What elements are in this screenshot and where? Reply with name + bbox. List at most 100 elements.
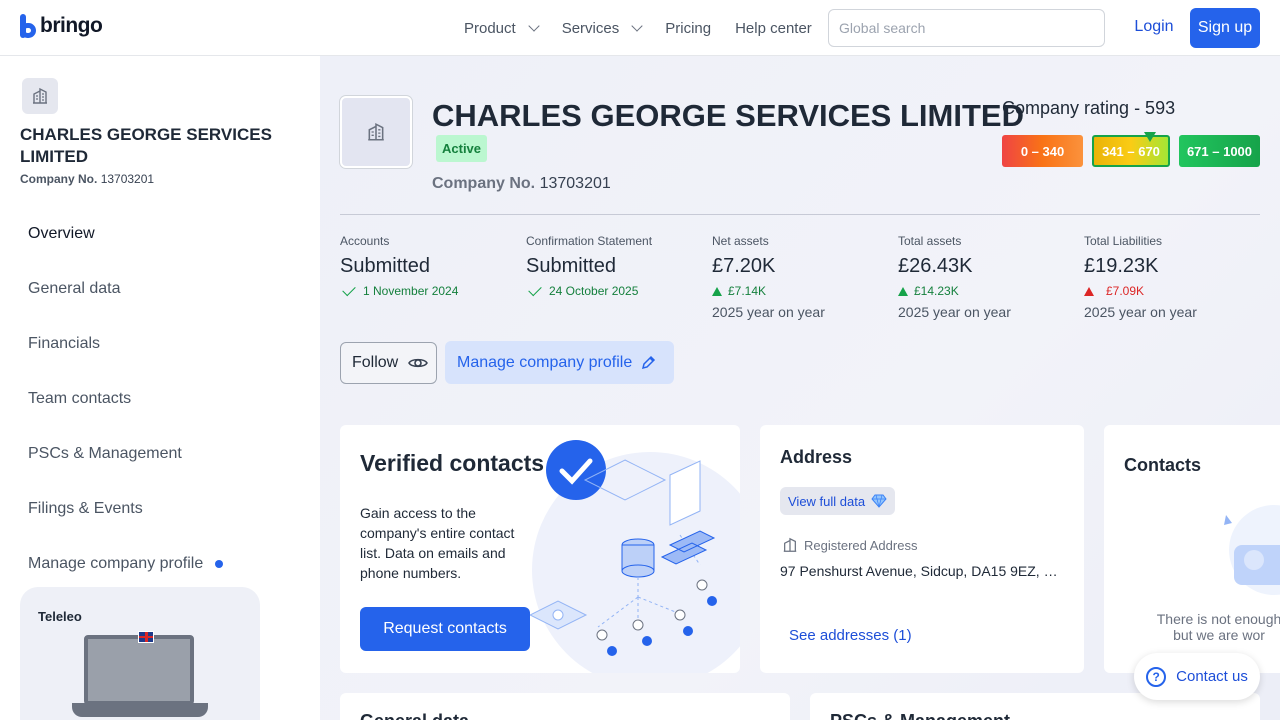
manage-label: Manage company profile xyxy=(457,353,633,371)
eye-icon xyxy=(408,358,429,368)
company-title: CHARLES GEORGE SERVICES LIMITED xyxy=(432,98,1024,133)
address-card: Address View full data Registered Addres… xyxy=(760,425,1084,673)
sidebar-item-label: PSCs & Management xyxy=(28,444,182,462)
arrow-up-icon xyxy=(898,286,908,296)
view-full-data-button[interactable]: View full data xyxy=(780,487,896,515)
sidebar-item-team-contacts[interactable]: Team contacts xyxy=(28,371,223,426)
stat-yoy: 2025 year on year xyxy=(898,304,1011,320)
sidebar-item-label: Manage company profile xyxy=(28,554,204,572)
contacts-empty-line: but we are wor xyxy=(1173,627,1265,643)
promo-brand: Teleleo xyxy=(38,609,82,624)
sidebar-menu: Overview General data Financials Team co… xyxy=(28,206,224,591)
sidebar-company-number: Company No. 13703201 xyxy=(20,172,154,186)
company-no-label: Company No. xyxy=(20,172,98,186)
sidebar-item-overview[interactable]: Overview xyxy=(28,206,223,261)
registered-address-label: Registered Address xyxy=(782,537,917,553)
see-addresses-link[interactable]: See addresses (1) xyxy=(789,627,912,644)
sidebar-item-label: Financials xyxy=(28,334,101,352)
sidebar-item-label: Team contacts xyxy=(28,389,132,407)
company-no-value: 13703201 xyxy=(539,175,611,192)
verified-contacts-text: Gain access to the company's entire cont… xyxy=(360,505,515,581)
sidebar-item-filings-events[interactable]: Filings & Events xyxy=(28,481,223,536)
nav-product-label: Product xyxy=(464,19,516,37)
login-link[interactable]: Login xyxy=(1128,18,1180,36)
company-no-label: Company No. xyxy=(432,175,536,192)
sidebar-item-label: General data xyxy=(28,279,121,297)
follow-label: Follow xyxy=(352,354,399,371)
notification-dot xyxy=(215,559,224,568)
stat-sub: 24 October 2025 xyxy=(526,282,706,298)
nav-help-center[interactable]: Help center xyxy=(735,20,812,37)
stat-yoy: 2025 year on year xyxy=(712,304,825,320)
nav-help-center-label: Help center xyxy=(735,19,812,37)
top-header: bringo Product Services Pricing Help cen… xyxy=(0,0,1280,56)
company-logo-placeholder xyxy=(340,96,412,168)
manage-company-profile-button[interactable]: Manage company profile xyxy=(445,341,674,384)
building-icon xyxy=(368,122,384,141)
chevron-down-icon xyxy=(631,20,643,32)
stat-label: Confirmation Statement xyxy=(526,234,653,248)
verified-contacts-title: Verified contacts xyxy=(360,450,545,476)
stat-value: £26.43K xyxy=(898,255,973,277)
stat-sub: 1 November 2024 xyxy=(340,282,520,298)
pencil-icon xyxy=(642,355,656,369)
stat-sub-text: £7.09K xyxy=(1106,284,1145,298)
stat-value: £19.23K xyxy=(1084,255,1159,277)
stat-sub-text: £14.23K xyxy=(914,284,959,298)
sidebar-item-general-data[interactable]: General data xyxy=(28,261,223,316)
check-icon xyxy=(342,282,356,297)
stat-accounts: Accounts Submitted 1 November 2024 xyxy=(340,234,520,298)
stat-sub: £7.14K xyxy=(712,284,892,298)
general-data-card: General data xyxy=(340,693,790,720)
stat-yoy: 2025 year on year xyxy=(1084,304,1197,320)
nav-product[interactable]: Product xyxy=(464,19,540,37)
main-content: CHARLES GEORGE SERVICES LIMITED Active C… xyxy=(320,56,1280,720)
general-data-title: General data xyxy=(360,711,469,720)
pscs-management-title: PSCs & Management xyxy=(830,711,1010,720)
contacts-card: Contacts There is not enough but we are w… xyxy=(1104,425,1280,673)
registered-address-value: 97 Penshurst Avenue, Sidcup, DA15 9EZ, E… xyxy=(780,563,1064,579)
sidebar-item-label: Filings & Events xyxy=(28,499,143,517)
company-number: Company No. 13703201 xyxy=(432,175,611,193)
follow-button[interactable]: Follow xyxy=(340,342,437,384)
sidebar-item-financials[interactable]: Financials xyxy=(28,316,223,371)
stat-sub: £14.23K xyxy=(898,284,1078,298)
stat-net-assets: Net assets £7.20K £7.14K 2025 year on ye… xyxy=(712,234,892,320)
chevron-down-icon xyxy=(528,20,540,32)
sidebar-item-manage-profile[interactable]: Manage company profile xyxy=(28,536,224,591)
brand-name: bringo xyxy=(40,14,103,37)
stat-sub-text: 24 October 2025 xyxy=(549,284,639,298)
laptop-illustration xyxy=(84,635,194,705)
bringo-logo[interactable]: bringo xyxy=(20,14,103,38)
arrow-up-red-icon xyxy=(1084,286,1094,296)
sign-up-button[interactable]: Sign up xyxy=(1190,8,1260,48)
nav-pricing[interactable]: Pricing xyxy=(665,20,711,37)
promo-card[interactable]: Teleleo xyxy=(20,587,260,720)
request-contacts-button[interactable]: Request contacts xyxy=(360,607,530,651)
stat-value: £7.20K xyxy=(712,255,776,277)
global-search-input[interactable] xyxy=(828,9,1105,47)
contact-us-button[interactable]: ? Contact us xyxy=(1134,653,1260,700)
stat-sub-text: £7.14K xyxy=(728,284,767,298)
contacts-empty-line: There is not enough xyxy=(1156,611,1280,627)
stat-label: Total assets xyxy=(898,234,962,248)
status-badge: Active xyxy=(436,135,488,162)
check-icon xyxy=(528,282,542,297)
nav-services[interactable]: Services xyxy=(562,20,643,37)
contact-us-label: Contact us xyxy=(1176,668,1248,685)
diamond-icon xyxy=(871,494,887,508)
sidebar-item-pscs-management[interactable]: PSCs & Management xyxy=(28,426,223,481)
stat-confirmation-statement: Confirmation Statement Submitted 24 Octo… xyxy=(526,234,706,298)
sidebar-item-label: Overview xyxy=(28,224,95,242)
stat-total-liabilities: Total Liabilities £19.23K £7.09K 2025 ye… xyxy=(1084,234,1264,320)
company-rating-title: Company rating - 593 xyxy=(1002,98,1176,118)
verified-contacts-card: Verified contacts Gain access to the com… xyxy=(340,425,740,673)
rating-pointer-icon xyxy=(1144,132,1156,142)
sidebar: CHARLES GEORGE SERVICES LIMITED Company … xyxy=(0,56,320,720)
header-divider xyxy=(340,214,1260,215)
rating-band-mid: 341 – 670 xyxy=(1092,135,1170,167)
stat-sub-text: 1 November 2024 xyxy=(363,284,459,298)
stat-label: Total Liabilities xyxy=(1084,234,1163,248)
laptop-base xyxy=(72,703,208,717)
stat-sub: £7.09K xyxy=(1084,284,1264,298)
